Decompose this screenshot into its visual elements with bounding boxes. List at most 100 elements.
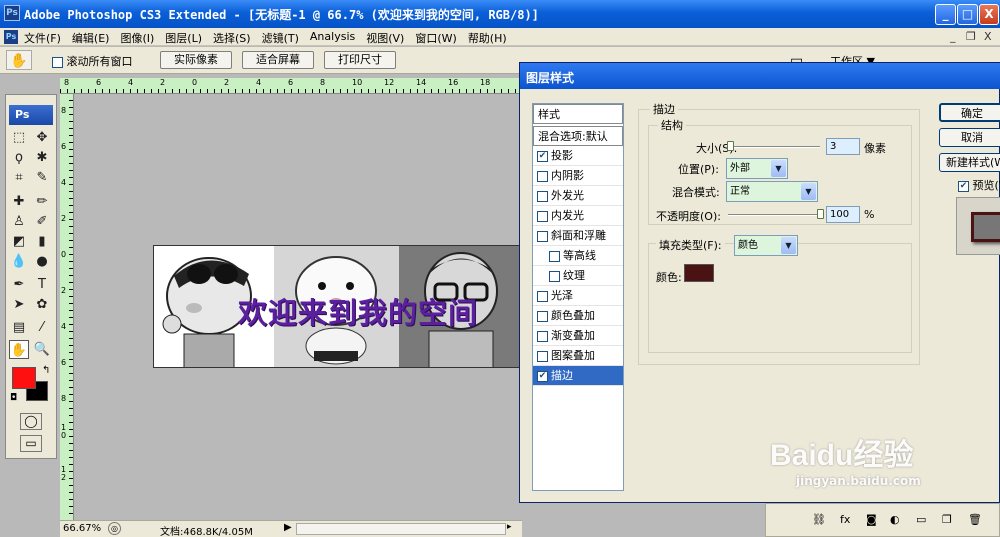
eyedropper-tool-icon[interactable]: ⁄: [32, 318, 52, 337]
crop-tool-icon[interactable]: ⌗: [9, 168, 29, 187]
close-button[interactable]: X: [979, 4, 999, 25]
clone-stamp-tool-icon[interactable]: ♙: [9, 212, 29, 231]
foreground-color-swatch[interactable]: [12, 367, 36, 389]
screen-mode-icon[interactable]: ▭: [20, 435, 42, 452]
styles-list-item[interactable]: 样式: [533, 104, 623, 124]
outer-glow-checkbox[interactable]: [537, 190, 548, 202]
contour-checkbox[interactable]: [549, 250, 560, 262]
marquee-tool-icon[interactable]: ⬚: [9, 128, 29, 147]
outer-glow-list-item[interactable]: 外发光: [533, 186, 623, 206]
status-menu-arrow-icon[interactable]: ▶: [284, 522, 292, 533]
inner-shadow-checkbox[interactable]: [537, 170, 548, 182]
layer-mask-icon[interactable]: ◙: [866, 513, 877, 526]
zoom-tool-icon[interactable]: 🔍: [32, 340, 52, 359]
swap-colors-icon[interactable]: ↰: [42, 365, 50, 376]
hand-tool-preset-icon[interactable]: ✋: [6, 50, 32, 70]
bevel-emboss-checkbox[interactable]: [537, 230, 548, 242]
satin-checkbox[interactable]: [537, 290, 548, 302]
bevel-emboss-list-item[interactable]: 斜面和浮雕: [533, 226, 623, 246]
hand-tool-icon[interactable]: ✋: [9, 340, 29, 359]
dodge-tool-icon[interactable]: ●: [32, 252, 52, 271]
size-field[interactable]: 3: [826, 138, 860, 155]
scroll-all-windows-option[interactable]: 滚动所有窗口: [52, 53, 133, 69]
scroll-all-checkbox[interactable]: [52, 56, 63, 68]
history-brush-tool-icon[interactable]: ✐: [32, 212, 52, 231]
default-colors-icon[interactable]: ◘: [10, 393, 17, 403]
doc-close-button[interactable]: X: [984, 30, 992, 43]
lasso-tool-icon[interactable]: ϙ: [9, 148, 29, 167]
quick-mask-icon[interactable]: ◯: [20, 413, 42, 430]
opacity-slider[interactable]: [728, 214, 820, 216]
menu-select[interactable]: 选择(S): [213, 30, 251, 46]
status-info-icon[interactable]: ◎: [108, 522, 121, 535]
notes-tool-icon[interactable]: ▤: [9, 318, 29, 337]
texture-checkbox[interactable]: [549, 270, 560, 282]
adjustment-layer-icon[interactable]: ◐: [890, 513, 900, 526]
doc-restore-button[interactable]: ❐: [966, 30, 976, 43]
menu-image[interactable]: 图像(I): [120, 30, 154, 46]
fill-type-select[interactable]: 颜色 ▼: [734, 235, 798, 256]
position-select[interactable]: 外部 ▼: [726, 158, 788, 179]
minimize-button[interactable]: _: [935, 4, 956, 25]
scroll-right-arrow-icon[interactable]: ▸: [507, 522, 512, 532]
texture-list-item[interactable]: 纹理: [533, 266, 623, 286]
layer-style-icon[interactable]: fx: [840, 513, 850, 526]
size-slider-thumb[interactable]: [726, 141, 734, 151]
stroke-list-item[interactable]: ✔ 描边: [533, 366, 623, 386]
opacity-field[interactable]: 100: [826, 206, 860, 223]
menu-layer[interactable]: 图层(L): [165, 30, 202, 46]
print-size-button[interactable]: 打印尺寸: [324, 51, 396, 69]
menu-analysis[interactable]: Analysis: [310, 30, 355, 46]
size-slider[interactable]: [728, 146, 820, 148]
satin-list-item[interactable]: 光泽: [533, 286, 623, 306]
drop-shadow-list-item[interactable]: ✔ 投影: [533, 146, 623, 166]
blend-mode-select[interactable]: 正常 ▼: [726, 181, 818, 202]
cancel-button[interactable]: 取消: [939, 128, 1000, 147]
new-style-button[interactable]: 新建样式(W)...: [939, 153, 1000, 172]
link-layers-icon[interactable]: ⛓: [812, 513, 826, 526]
magic-wand-tool-icon[interactable]: ✱: [32, 148, 52, 167]
pattern-overlay-list-item[interactable]: 图案叠加: [533, 346, 623, 366]
new-group-icon[interactable]: ▭: [916, 513, 926, 526]
contour-list-item[interactable]: 等高线: [533, 246, 623, 266]
inner-shadow-list-item[interactable]: 内阴影: [533, 166, 623, 186]
doc-minimize-button[interactable]: _: [950, 30, 956, 43]
slice-tool-icon[interactable]: ✎: [32, 168, 52, 187]
path-selection-tool-icon[interactable]: ➤: [9, 295, 29, 314]
menu-filter[interactable]: 滤镜(T): [262, 30, 299, 46]
fit-screen-button[interactable]: 适合屏幕: [242, 51, 314, 69]
document-canvas[interactable]: 欢迎来到我的空间: [153, 245, 523, 368]
delete-layer-icon[interactable]: 🗑: [968, 513, 982, 526]
new-layer-icon[interactable]: ❐: [942, 513, 952, 526]
menu-window[interactable]: 窗口(W): [415, 30, 456, 46]
opacity-slider-thumb[interactable]: [817, 209, 824, 219]
maximize-button[interactable]: □: [957, 4, 978, 25]
color-overlay-list-item[interactable]: 颜色叠加: [533, 306, 623, 326]
blur-tool-icon[interactable]: 💧: [9, 252, 29, 271]
blending-options-list-item[interactable]: 混合选项:默认: [533, 126, 623, 146]
horizontal-scrollbar[interactable]: [296, 523, 506, 535]
inner-glow-checkbox[interactable]: [537, 210, 548, 222]
type-tool-icon[interactable]: T: [32, 275, 52, 294]
pattern-overlay-checkbox[interactable]: [537, 350, 548, 362]
drop-shadow-checkbox[interactable]: ✔: [537, 150, 548, 162]
menu-file[interactable]: 文件(F): [24, 30, 61, 46]
menu-edit[interactable]: 编辑(E): [72, 30, 110, 46]
eraser-tool-icon[interactable]: ◩: [9, 232, 29, 251]
gradient-overlay-list-item[interactable]: 渐变叠加: [533, 326, 623, 346]
menu-help[interactable]: 帮助(H): [468, 30, 507, 46]
gradient-tool-icon[interactable]: ▮: [32, 232, 52, 251]
move-tool-icon[interactable]: ✥: [32, 128, 52, 147]
menu-view[interactable]: 视图(V): [366, 30, 404, 46]
shape-tool-icon[interactable]: ✿: [32, 295, 52, 314]
stroke-checkbox[interactable]: ✔: [537, 370, 548, 382]
pen-tool-icon[interactable]: ✒: [9, 275, 29, 294]
healing-brush-tool-icon[interactable]: ✚: [9, 192, 29, 211]
gradient-overlay-checkbox[interactable]: [537, 330, 548, 342]
preview-checkbox[interactable]: ✔: [958, 180, 969, 192]
zoom-level[interactable]: 66.67%: [63, 523, 101, 534]
color-overlay-checkbox[interactable]: [537, 310, 548, 322]
preview-option[interactable]: ✔ 预览(V): [958, 177, 1000, 193]
ok-button[interactable]: 确定: [939, 103, 1000, 122]
stroke-color-swatch[interactable]: [684, 264, 714, 282]
